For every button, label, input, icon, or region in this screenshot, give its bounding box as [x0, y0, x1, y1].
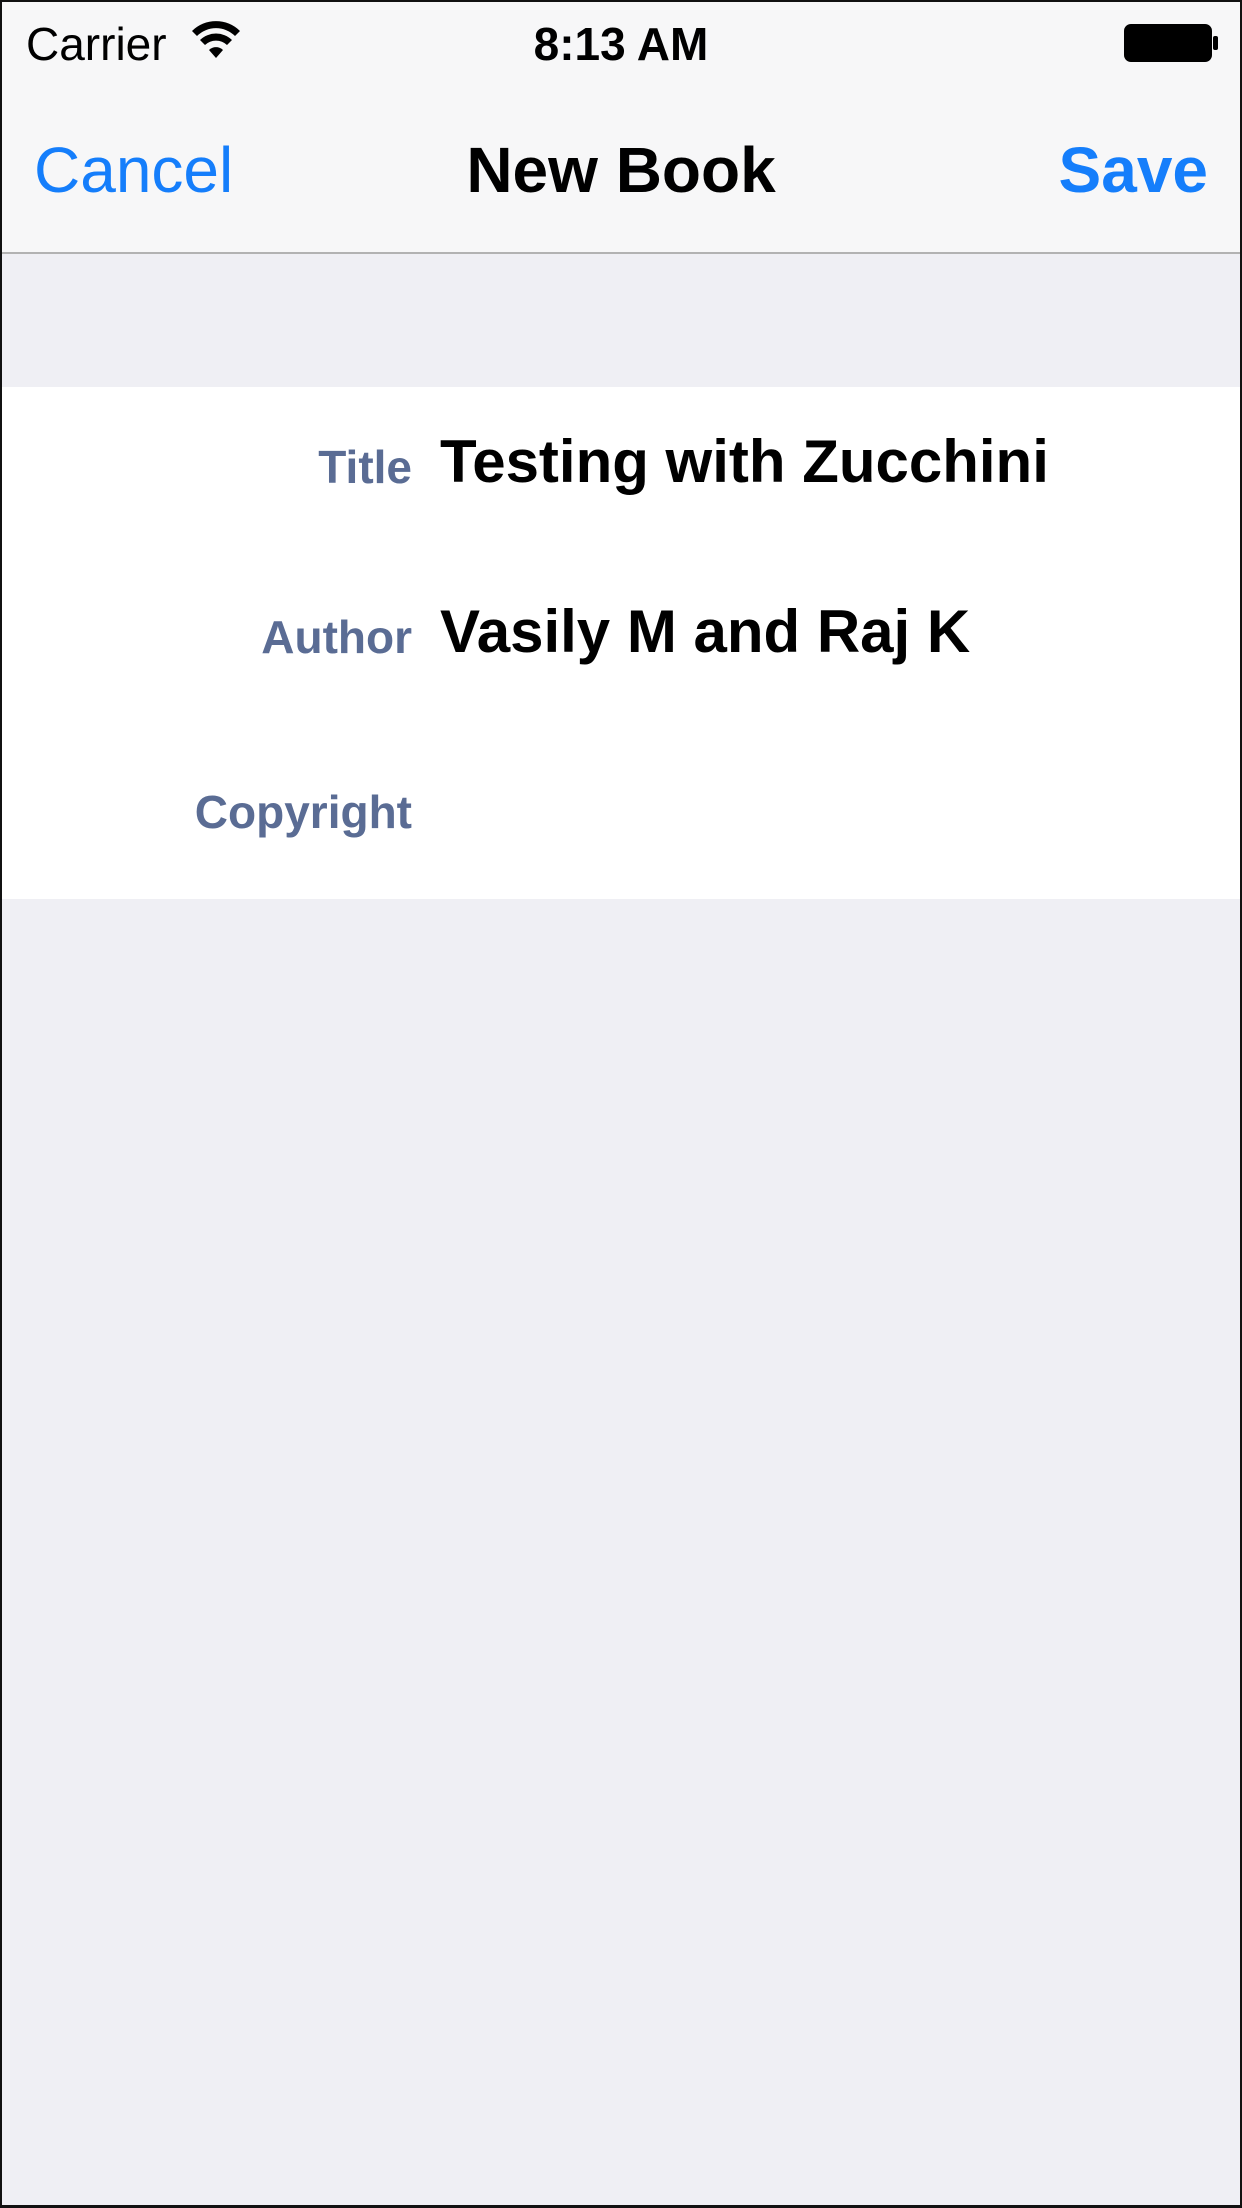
page-title: New Book: [466, 134, 776, 206]
author-field[interactable]: Vasily M and Raj K: [440, 597, 1220, 667]
save-button[interactable]: Save: [1059, 130, 1208, 210]
author-row: Author Vasily M and Raj K: [2, 597, 1240, 677]
navigation-bar: Cancel New Book Save: [2, 86, 1240, 252]
copyright-label: Copyright: [194, 786, 412, 838]
screen: Carrier 8:13 AM Cancel New Book Save Tit…: [0, 0, 1242, 2208]
title-label: Title: [318, 441, 412, 493]
battery-icon: [1124, 22, 1220, 64]
title-row: Title Testing with Zucchini: [2, 427, 1240, 507]
copyright-row: Copyright: [2, 772, 1240, 852]
status-time: 8:13 AM: [533, 18, 709, 70]
author-label: Author: [261, 611, 412, 663]
title-field[interactable]: Testing with Zucchini: [440, 427, 1220, 497]
status-bar: Carrier 8:13 AM: [2, 2, 1240, 86]
book-form: Title Testing with Zucchini Author Vasil…: [2, 387, 1240, 899]
top-bar: Carrier 8:13 AM Cancel New Book Save: [2, 2, 1240, 254]
